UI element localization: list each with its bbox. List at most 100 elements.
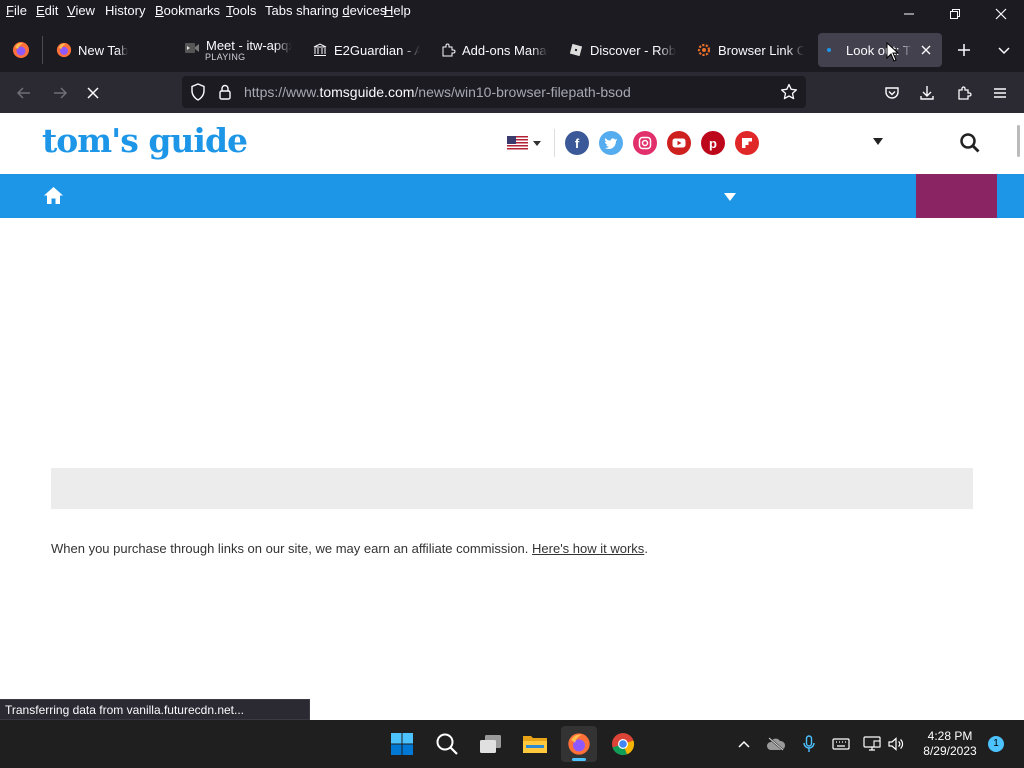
- tab-browser-link[interactable]: Browser Link Cr: [690, 33, 810, 67]
- menu-edit[interactable]: Edit: [36, 3, 58, 18]
- clock-time: 4:28 PM: [927, 729, 973, 743]
- url-text[interactable]: https://www.tomsguide.com/news/win10-bro…: [244, 84, 631, 100]
- site-logo[interactable]: tom's guide: [42, 121, 248, 160]
- extensions-button[interactable]: [951, 80, 977, 106]
- forward-arrow-icon: [54, 87, 68, 99]
- task-view-button[interactable]: [473, 726, 509, 762]
- downloads-button[interactable]: [914, 80, 940, 106]
- page-scrollbar[interactable]: [1017, 125, 1020, 157]
- region-selector[interactable]: [507, 136, 541, 151]
- keyboard-icon: [832, 738, 850, 750]
- tab-active-article[interactable]: Look out: Th: [818, 33, 942, 67]
- network-tray-button[interactable]: [862, 734, 882, 754]
- taskbar-firefox-button[interactable]: [561, 726, 597, 762]
- menu-view[interactable]: View: [67, 3, 95, 18]
- cloud-offline-icon: [767, 737, 786, 751]
- chevron-up-icon: [738, 740, 750, 748]
- tracking-protection-shield-icon[interactable]: [190, 83, 206, 106]
- notification-badge[interactable]: 1: [988, 736, 1004, 752]
- taskbar-search-button[interactable]: [429, 726, 465, 762]
- app-menu-button[interactable]: [987, 80, 1013, 106]
- firefox-view-button[interactable]: [8, 37, 34, 63]
- caret-down-icon[interactable]: [724, 193, 736, 202]
- how-it-works-link[interactable]: Here's how it works: [532, 541, 644, 556]
- stop-button[interactable]: [80, 80, 106, 106]
- menu-history[interactable]: History: [105, 3, 145, 18]
- tab-addons[interactable]: Add-ons Manag: [434, 33, 554, 67]
- bookmark-star-button[interactable]: [780, 83, 798, 106]
- us-flag-icon: [507, 136, 528, 151]
- menu-tools[interactable]: Tools: [226, 3, 256, 18]
- microphone-tray-button[interactable]: [799, 734, 819, 754]
- chrome-icon: [612, 733, 635, 756]
- url-bar[interactable]: https://www.tomsguide.com/news/win10-bro…: [182, 76, 806, 108]
- tab-label: Meet - itw-apqx: [206, 38, 292, 53]
- restore-icon: [950, 9, 960, 19]
- tab-roblox[interactable]: Discover - Roblo: [562, 33, 682, 67]
- keyboard-tray-button[interactable]: [831, 734, 851, 754]
- close-window-button[interactable]: [978, 0, 1024, 28]
- tab-close-button[interactable]: [918, 42, 934, 58]
- minimize-button[interactable]: [886, 0, 932, 28]
- facebook-icon[interactable]: f: [565, 131, 589, 155]
- home-button[interactable]: [43, 186, 64, 210]
- forward-button[interactable]: [47, 80, 73, 106]
- show-hidden-icons-button[interactable]: [734, 734, 754, 754]
- tab-e2guardian[interactable]: E2Guardian - Ac: [306, 33, 426, 67]
- instagram-icon[interactable]: [633, 131, 657, 155]
- search-icon: [436, 733, 458, 755]
- stop-icon: [87, 87, 99, 99]
- onedrive-tray-button[interactable]: [766, 734, 786, 754]
- tab-new-tab[interactable]: New Tab: [50, 33, 170, 67]
- bank-icon: [312, 42, 328, 58]
- tab-meet[interactable]: Meet - itw-apqx PLAYING: [178, 33, 298, 67]
- caret-down-icon[interactable]: [873, 138, 883, 146]
- menu-tabs-sharing-devices[interactable]: Tabs sharing devices: [265, 3, 386, 18]
- windows-icon: [391, 733, 413, 755]
- back-button[interactable]: [11, 80, 37, 106]
- url-prefix: https://www.: [244, 84, 320, 100]
- search-icon: [960, 133, 980, 153]
- flipboard-icon[interactable]: [735, 131, 759, 155]
- menu-help[interactable]: Help: [384, 3, 411, 18]
- pocket-button[interactable]: [879, 80, 905, 106]
- microphone-icon: [803, 735, 815, 752]
- back-arrow-icon: [16, 87, 30, 99]
- affiliate-text: When you purchase through links on our s…: [51, 541, 529, 556]
- star-icon: [780, 83, 798, 100]
- hamburger-menu-icon: [994, 88, 1006, 98]
- system-clock[interactable]: 4:28 PM 8/29/2023: [918, 729, 982, 759]
- firefox-icon: [568, 733, 590, 755]
- task-view-icon: [480, 735, 501, 753]
- pocket-icon: [885, 87, 899, 99]
- pinterest-icon[interactable]: p: [701, 131, 725, 155]
- affiliate-period: .: [644, 541, 648, 556]
- volume-tray-button[interactable]: [886, 734, 906, 754]
- affiliate-disclaimer: When you purchase through links on our s…: [51, 541, 648, 556]
- divider: [554, 129, 555, 157]
- caret-down-icon: [533, 140, 541, 146]
- new-tab-button[interactable]: [951, 37, 977, 63]
- twitter-icon[interactable]: [599, 131, 623, 155]
- firefox-icon: [13, 42, 29, 58]
- close-icon: [921, 45, 931, 55]
- start-button[interactable]: [384, 726, 420, 762]
- minimize-icon: [904, 13, 914, 15]
- firefox-icon: [56, 42, 72, 58]
- nav-highlight-block[interactable]: [916, 174, 997, 218]
- status-panel: Transferring data from vanilla.futurecdn…: [0, 699, 310, 720]
- list-all-tabs-button[interactable]: [991, 37, 1017, 63]
- lock-icon[interactable]: [218, 84, 232, 105]
- meet-icon: [184, 40, 200, 56]
- file-explorer-button[interactable]: [517, 726, 553, 762]
- puzzle-icon: [958, 86, 972, 100]
- youtube-icon[interactable]: [667, 131, 691, 155]
- menu-file[interactable]: File: [6, 3, 27, 18]
- menu-bookmarks[interactable]: Bookmarks: [155, 3, 220, 18]
- site-search-button[interactable]: [960, 133, 980, 158]
- navigation-bar: https://www.tomsguide.com/news/win10-bro…: [0, 72, 1024, 113]
- taskbar-chrome-button[interactable]: [605, 726, 641, 762]
- tab-label: Look out: Th: [846, 42, 912, 58]
- taskbar: 4:28 PM 8/29/2023 1: [0, 720, 1024, 768]
- restore-button[interactable]: [932, 0, 978, 28]
